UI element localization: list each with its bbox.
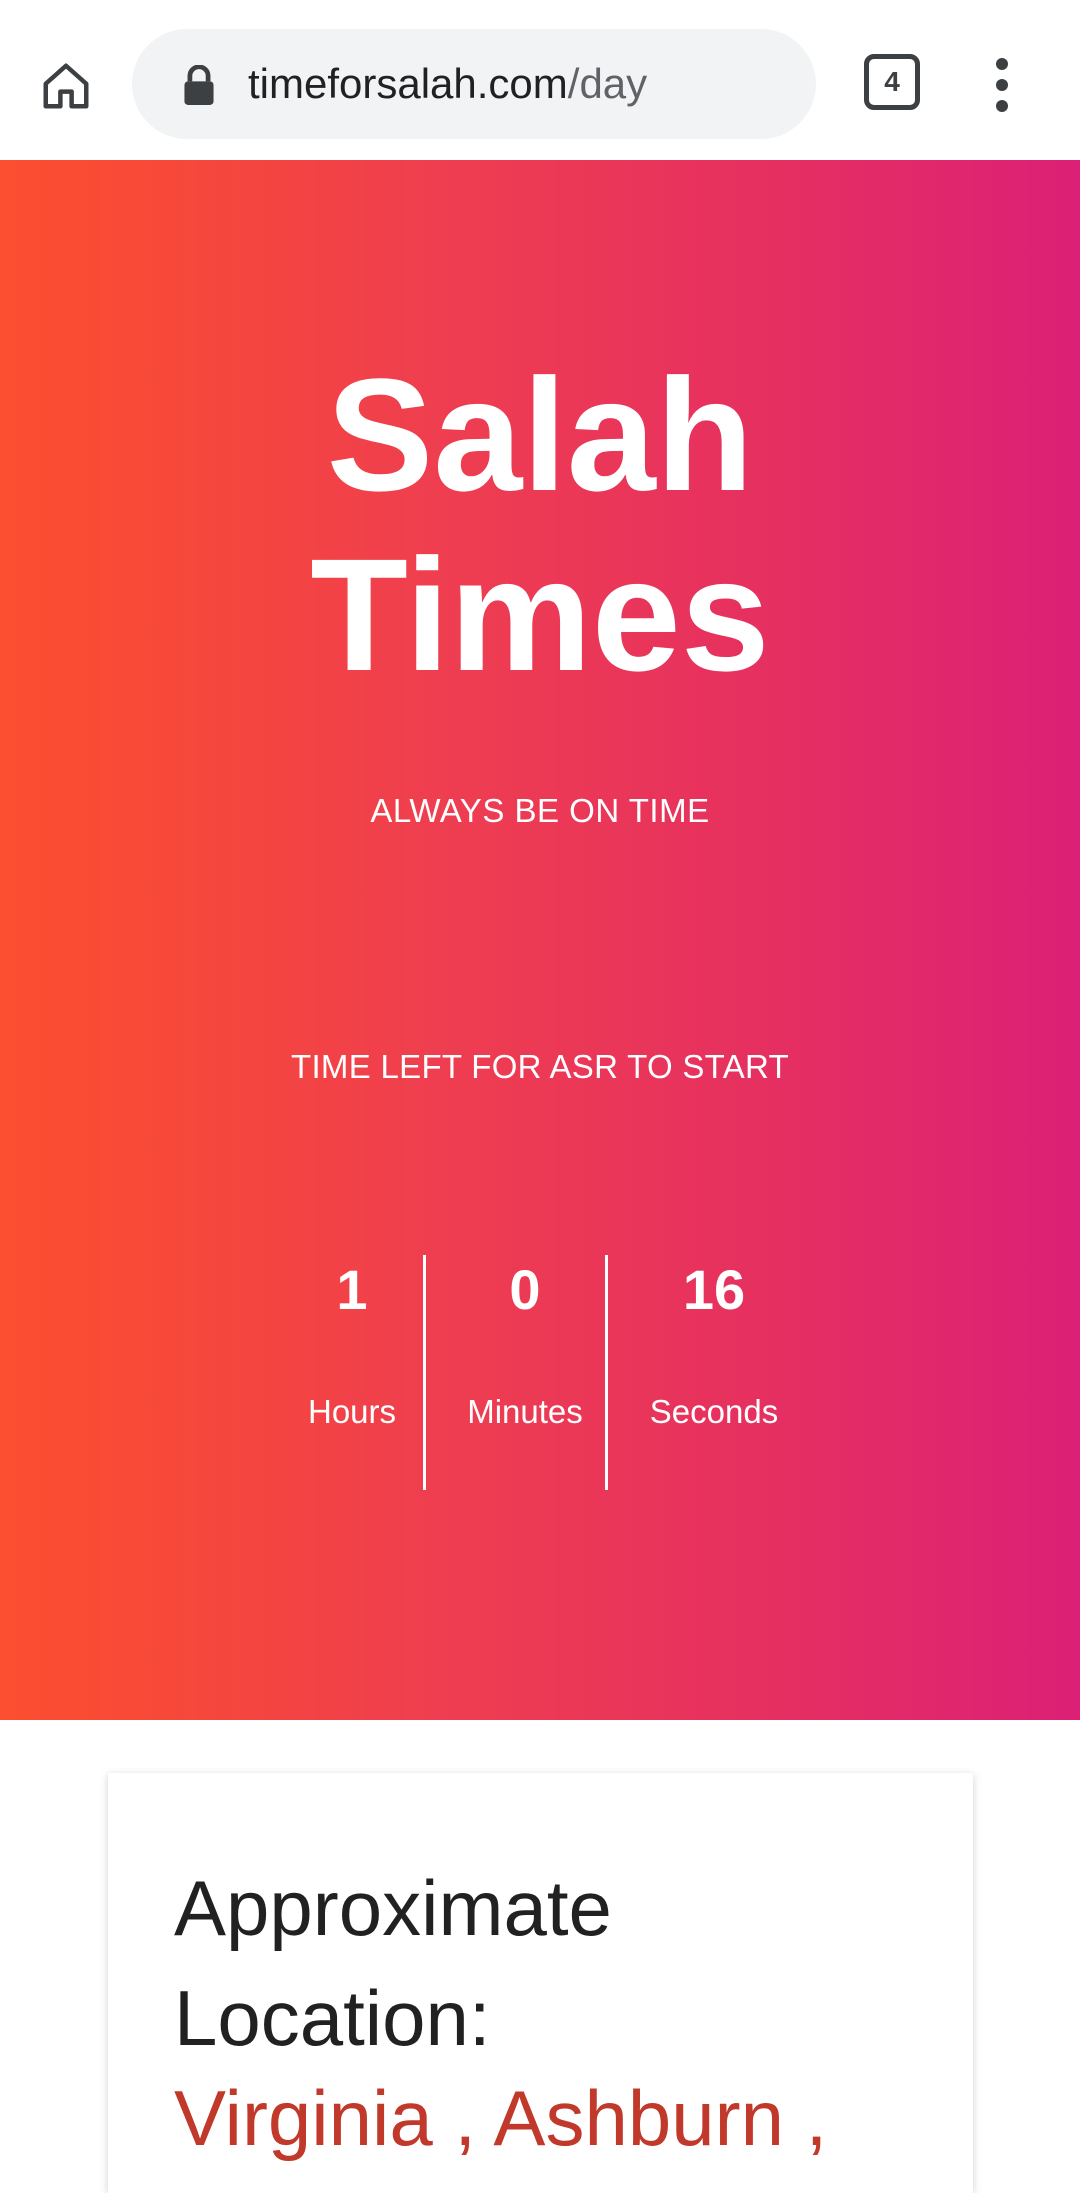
location-heading-line-1: Approximate	[174, 1864, 612, 1952]
more-vert-icon[interactable]	[978, 50, 1026, 120]
title-line-1: Salah	[326, 345, 754, 524]
hours-value: 1	[336, 1258, 368, 1321]
seconds-value: 16	[682, 1258, 746, 1321]
location-value: Virginia , Ashburn ,	[174, 2074, 828, 2162]
url-path: /day	[567, 60, 648, 107]
home-button[interactable]	[26, 46, 106, 126]
browser-toolbar: timeforsalah.com/day 4	[0, 0, 1080, 160]
url-text[interactable]: timeforsalah.com/day	[248, 29, 647, 139]
countdown-divider	[605, 1255, 608, 1490]
lock-icon	[184, 65, 214, 105]
seconds-label: Seconds	[649, 1393, 779, 1430]
location-card: Approximate Location: Virginia , Ashburn…	[108, 1773, 973, 2193]
location-heading-line-2: Location:	[174, 1974, 491, 2062]
page-title: Salah Times	[0, 345, 1080, 705]
minutes-label: Minutes	[467, 1393, 583, 1430]
address-bar[interactable]: timeforsalah.com/day	[132, 29, 816, 139]
countdown-timer: 1 Hours 0 Minutes 16 Seconds	[292, 1255, 792, 1490]
countdown-minutes: 0 Minutes	[460, 1255, 590, 1490]
tab-switcher-button[interactable]: 4	[864, 54, 920, 110]
location-heading: Approximate Location:	[174, 1853, 934, 2073]
countdown-seconds: 16 Seconds	[644, 1255, 784, 1490]
minutes-value: 0	[509, 1258, 541, 1321]
countdown-label: TIME LEFT FOR ASR TO START	[291, 1048, 789, 1085]
home-icon	[43, 63, 89, 109]
countdown-hours: 1 Hours	[292, 1255, 412, 1490]
tagline: ALWAYS BE ON TIME	[370, 792, 710, 829]
title-line-2: Times	[310, 525, 770, 704]
tab-count: 4	[884, 66, 900, 97]
hero-section: Salah Times ALWAYS BE ON TIME TIME LEFT …	[0, 160, 1080, 1720]
countdown-divider	[423, 1255, 426, 1490]
url-host: timeforsalah.com	[248, 60, 568, 107]
hours-label: Hours	[307, 1393, 397, 1430]
